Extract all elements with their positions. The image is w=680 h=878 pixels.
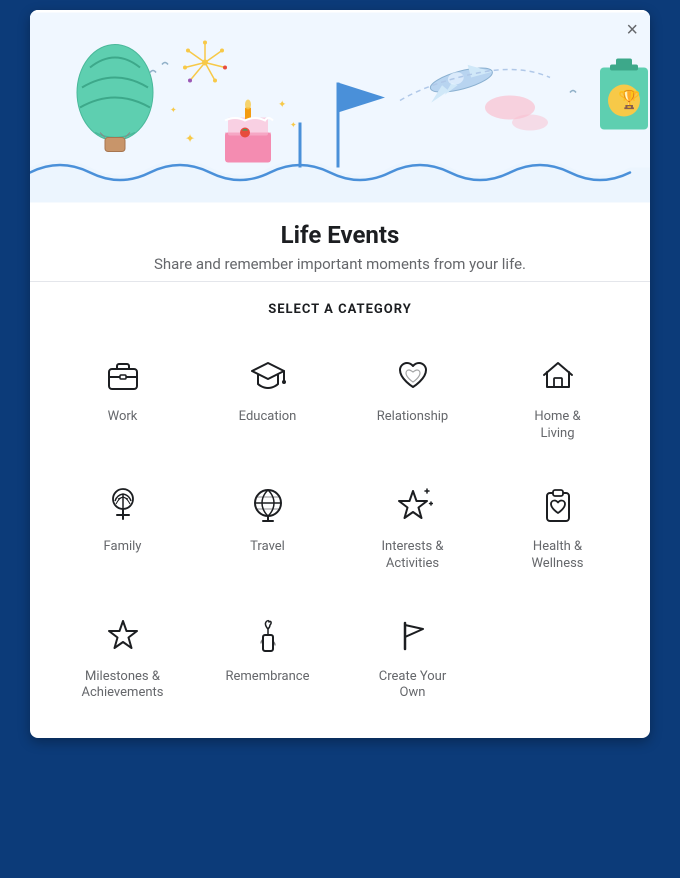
family-label: Family (104, 539, 142, 556)
home-living-label: Home &Living (534, 409, 580, 443)
svg-text:🏆: 🏆 (618, 89, 640, 111)
category-section: SELECT A CATEGORY Work (30, 282, 650, 738)
create-own-label: Create YourOwn (379, 669, 446, 703)
clipboard-heart-icon (532, 479, 584, 531)
work-label: Work (108, 409, 138, 426)
star-sparkle-icon (387, 479, 439, 531)
star-icon (97, 609, 149, 661)
svg-text:✦: ✦ (170, 106, 177, 115)
category-home-living[interactable]: Home &Living (489, 337, 626, 455)
interests-activities-label: Interests &Activities (381, 539, 443, 573)
category-work[interactable]: Work (54, 337, 191, 455)
life-events-modal: × (30, 10, 650, 738)
hero-section: ✦ ✦ ✦ ✦ (30, 10, 650, 205)
close-button[interactable]: × (626, 20, 638, 40)
home-icon (532, 349, 584, 401)
health-wellness-label: Health &Wellness (531, 539, 583, 573)
category-family[interactable]: Family (54, 467, 191, 585)
category-education[interactable]: Education (199, 337, 336, 455)
svg-text:✦: ✦ (290, 121, 297, 130)
tree-icon (97, 479, 149, 531)
remembrance-label: Remembrance (226, 669, 310, 686)
category-remembrance[interactable]: Remembrance (199, 597, 336, 715)
category-create-own[interactable]: Create YourOwn (344, 597, 481, 715)
category-interests-activities[interactable]: Interests &Activities (344, 467, 481, 585)
section-heading: SELECT A CATEGORY (54, 302, 626, 317)
modal-title: Life Events (54, 221, 626, 249)
education-label: Education (239, 409, 297, 426)
category-health-wellness[interactable]: Health &Wellness (489, 467, 626, 585)
candle-icon (242, 609, 294, 661)
travel-label: Travel (250, 539, 285, 556)
relationship-label: Relationship (377, 409, 448, 426)
modal-overlay: × (0, 0, 680, 878)
category-relationship[interactable]: Relationship (344, 337, 481, 455)
globe-icon (242, 479, 294, 531)
title-section: Life Events Share and remember important… (30, 205, 650, 282)
graduation-icon (242, 349, 294, 401)
svg-text:✦: ✦ (278, 100, 286, 111)
svg-text:✦: ✦ (185, 132, 195, 146)
heart-icon (387, 349, 439, 401)
modal-subtitle: Share and remember important moments fro… (54, 255, 626, 273)
milestones-label: Milestones &Achievements (82, 669, 164, 703)
category-travel[interactable]: Travel (199, 467, 336, 585)
category-grid: Work Education (54, 337, 626, 714)
briefcase-icon (97, 349, 149, 401)
flag-icon (387, 609, 439, 661)
category-milestones[interactable]: Milestones &Achievements (54, 597, 191, 715)
